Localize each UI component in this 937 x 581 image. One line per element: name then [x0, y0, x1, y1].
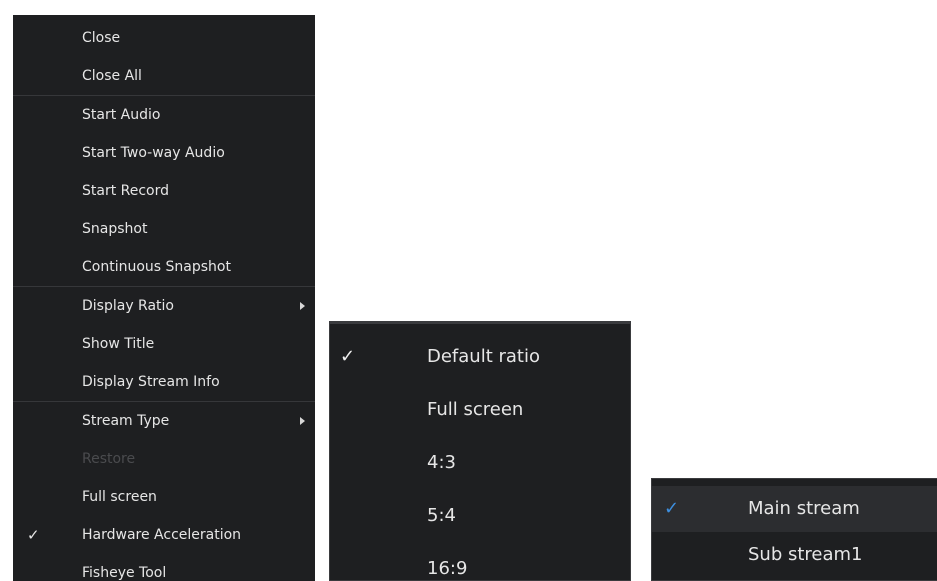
menu-item-label: Full screen	[82, 489, 157, 505]
menu-item-label: Full screen	[427, 399, 524, 420]
stream-type-submenu: ✓ Main stream Sub stream1	[651, 478, 937, 581]
menu-item-label: Display Stream Info	[82, 374, 220, 390]
menu-item-label: Fisheye Tool	[82, 565, 167, 581]
menu-item-label: 16:9	[427, 558, 468, 579]
ratio-item-16-9[interactable]: 16:9	[330, 542, 630, 580]
ratio-item-4-3[interactable]: 4:3	[330, 436, 630, 489]
stream-item-sub1[interactable]: Sub stream1	[652, 532, 937, 578]
menu-item-close[interactable]: Close	[13, 19, 315, 57]
menu-item-label: Start Audio	[82, 107, 161, 123]
menu-item-full-screen[interactable]: Full screen	[13, 478, 315, 516]
menu-item-start-audio[interactable]: Start Audio	[13, 96, 315, 134]
ratio-item-full-screen[interactable]: Full screen	[330, 383, 630, 436]
checkmark-icon: ✓	[27, 526, 40, 544]
menu-item-label: Main stream	[748, 498, 860, 519]
menu-item-label: Default ratio	[427, 346, 540, 367]
menu-item-label: Continuous Snapshot	[82, 259, 231, 275]
checkmark-icon: ✓	[340, 346, 356, 367]
menu-item-label: Hardware Acceleration	[82, 527, 242, 543]
menu-item-start-two-way-audio[interactable]: Start Two-way Audio	[13, 134, 315, 172]
menu-item-snapshot[interactable]: Snapshot	[13, 210, 315, 248]
menu-item-label: Start Record	[82, 183, 170, 199]
menu-item-stream-type[interactable]: Stream Type	[13, 402, 315, 440]
menu-item-show-title[interactable]: Show Title	[13, 325, 315, 363]
menu-item-label: 4:3	[427, 452, 456, 473]
checkmark-icon: ✓	[664, 498, 680, 519]
submenu-arrow-icon	[300, 417, 305, 425]
menu-item-display-ratio[interactable]: Display Ratio	[13, 287, 315, 325]
menu-item-label: Close All	[82, 68, 142, 84]
menu-item-label: Restore	[82, 451, 136, 467]
menu-item-label: Stream Type	[82, 413, 170, 429]
context-menu: Close Close All Start Audio Start Two-wa…	[13, 15, 315, 581]
menu-item-label: Snapshot	[82, 221, 148, 237]
menu-item-label: Display Ratio	[82, 298, 174, 314]
submenu-top-border	[330, 322, 630, 324]
menu-item-fisheye-tool[interactable]: Fisheye Tool	[13, 554, 315, 581]
menu-item-label: Close	[82, 30, 121, 46]
menu-item-hardware-acceleration[interactable]: ✓ Hardware Acceleration	[13, 516, 315, 554]
menu-item-label: Show Title	[82, 336, 155, 352]
menu-item-continuous-snapshot[interactable]: Continuous Snapshot	[13, 248, 315, 286]
menu-item-start-record[interactable]: Start Record	[13, 172, 315, 210]
display-ratio-submenu: ✓ Default ratio Full screen 4:3 5:4 16:9	[329, 321, 631, 581]
ratio-item-default[interactable]: ✓ Default ratio	[330, 330, 630, 383]
submenu-arrow-icon	[300, 302, 305, 310]
menu-item-label: Sub stream1	[748, 544, 863, 565]
ratio-item-5-4[interactable]: 5:4	[330, 489, 630, 542]
menu-item-close-all[interactable]: Close All	[13, 57, 315, 95]
menu-item-label: Start Two-way Audio	[82, 145, 225, 161]
menu-item-label: 5:4	[427, 505, 456, 526]
stream-item-main[interactable]: ✓ Main stream	[652, 486, 937, 532]
menu-item-restore: Restore	[13, 440, 315, 478]
menu-item-display-stream-info[interactable]: Display Stream Info	[13, 363, 315, 401]
